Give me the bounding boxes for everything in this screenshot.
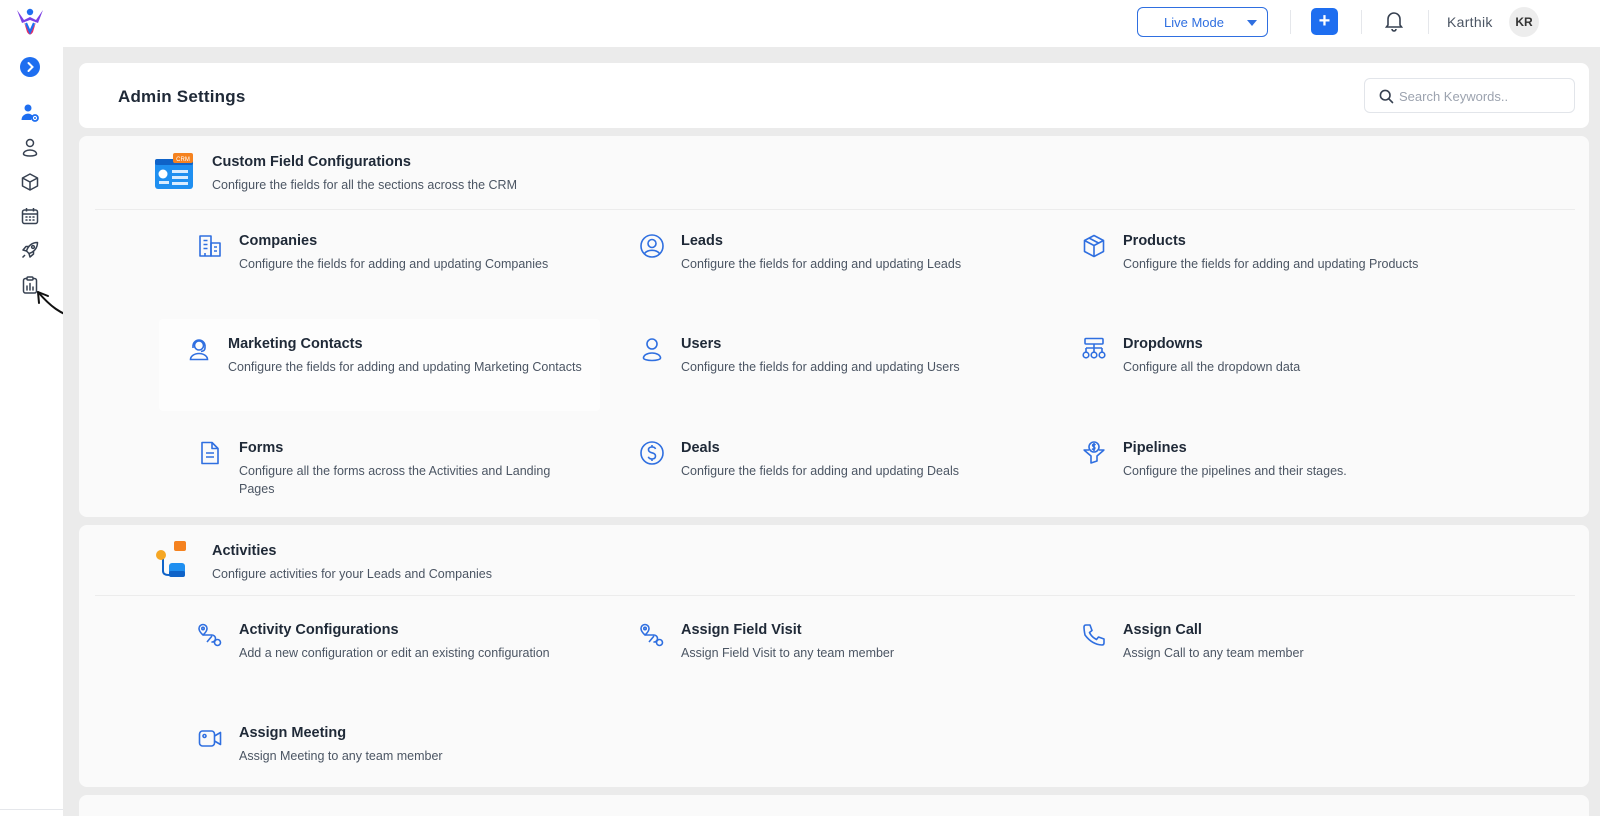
- caret-down-icon: [1247, 20, 1257, 26]
- main-content: Admin Settings CRM Custom Field Configur…: [63, 47, 1600, 816]
- divider: [1290, 10, 1291, 34]
- activity-item-activity-configurations[interactable]: Activity Configurations Add a new config…: [197, 622, 607, 682]
- activities-section-icon: [156, 541, 186, 577]
- live-mode-dropdown[interactable]: Live Mode: [1137, 7, 1268, 37]
- search-box[interactable]: [1364, 78, 1575, 113]
- user-name[interactable]: Karthik: [1447, 14, 1493, 30]
- config-item-leads[interactable]: Leads Configure the fields for adding an…: [639, 233, 1049, 293]
- divider: [1361, 10, 1362, 34]
- dollar-circle-icon: [640, 441, 664, 465]
- user-circle-icon: [640, 234, 664, 258]
- item-title: Deals: [681, 440, 720, 456]
- chevron-right-icon: [27, 62, 34, 72]
- hierarchy-icon: [1082, 337, 1106, 359]
- box-icon: [1083, 234, 1105, 258]
- user-gear-icon[interactable]: [20, 103, 40, 123]
- route-icon: [640, 623, 664, 647]
- item-title: Marketing Contacts: [228, 336, 363, 352]
- app-logo-icon[interactable]: [14, 6, 46, 38]
- activity-item-assign-field-visit[interactable]: Assign Field Visit Assign Field Visit to…: [639, 622, 1049, 682]
- item-title: Companies: [239, 233, 318, 249]
- item-title: Pipelines: [1123, 440, 1187, 456]
- item-description: Configure the fields for adding and upda…: [681, 464, 959, 478]
- section-description: Configure the fields for all the section…: [212, 178, 517, 192]
- avatar[interactable]: KR: [1509, 7, 1539, 37]
- item-title: Assign Field Visit: [681, 622, 802, 638]
- search-icon: [1379, 89, 1394, 104]
- config-item-pipelines[interactable]: Pipelines Configure the pipelines and th…: [1081, 440, 1491, 500]
- item-description: Assign Meeting to any team member: [239, 749, 443, 763]
- item-title: Forms: [239, 440, 284, 456]
- item-description: Configure the fields for adding and upda…: [228, 360, 582, 374]
- item-title: Users: [681, 336, 722, 352]
- sidebar-expand-button[interactable]: [20, 57, 40, 77]
- top-bar: Live Mode + Karthik KR: [0, 0, 1600, 47]
- config-item-marketing-contacts[interactable]: Marketing Contacts Configure the fields …: [186, 336, 596, 396]
- box-icon[interactable]: [20, 172, 40, 192]
- item-title: Products: [1123, 233, 1186, 249]
- divider: [95, 209, 1575, 210]
- live-mode-label: Live Mode: [1164, 14, 1224, 30]
- item-description: Configure all the dropdown data: [1123, 360, 1301, 374]
- page-title: Admin Settings: [118, 87, 246, 106]
- item-description: Configure the fields for adding and upda…: [681, 257, 962, 271]
- user-icon[interactable]: [20, 137, 40, 157]
- item-description: Assign Call to any team member: [1123, 646, 1304, 660]
- item-title: Assign Meeting: [239, 725, 347, 741]
- item-title: Activity Configurations: [239, 622, 399, 638]
- rocket-icon[interactable]: [20, 240, 40, 260]
- divider: [95, 595, 1575, 596]
- next-section-partial: [79, 795, 1589, 816]
- config-item-dropdowns[interactable]: Dropdowns Configure all the dropdown dat…: [1081, 336, 1491, 396]
- section-title: Custom Field Configurations: [212, 154, 411, 170]
- custom-fields-section: CRM Custom Field Configurations Configur…: [79, 136, 1589, 517]
- item-title: Dropdowns: [1123, 336, 1203, 352]
- item-description: Configure the fields for adding and upda…: [1123, 257, 1419, 271]
- item-description: Add a new configuration or edit an exist…: [239, 646, 550, 660]
- config-item-products[interactable]: Products Configure the fields for adding…: [1081, 233, 1491, 293]
- item-title: Leads: [681, 233, 723, 249]
- item-title: Assign Call: [1123, 622, 1202, 638]
- user-icon: [642, 338, 662, 362]
- item-description: Configure the pipelines and their stages…: [1123, 464, 1347, 478]
- section-description: Configure activities for your Leads and …: [212, 567, 493, 581]
- divider: [0, 809, 63, 810]
- divider: [1428, 10, 1429, 34]
- bell-icon[interactable]: [1382, 9, 1406, 33]
- phone-icon: [1083, 624, 1105, 646]
- item-description: Configure all the forms across the Activ…: [239, 464, 551, 496]
- sidebar: [0, 47, 119, 816]
- add-button[interactable]: +: [1311, 8, 1338, 35]
- video-icon: [198, 730, 222, 747]
- calendar-icon[interactable]: [20, 206, 40, 226]
- activity-item-assign-call[interactable]: Assign Call Assign Call to any team memb…: [1081, 622, 1491, 682]
- item-description: Configure the fields for adding and upda…: [681, 360, 960, 374]
- search-input[interactable]: [1399, 87, 1569, 105]
- crm-badge: CRM: [176, 157, 190, 163]
- activity-item-assign-meeting[interactable]: Assign Meeting Assign Meeting to any tea…: [197, 725, 607, 785]
- crm-config-icon: CRM: [155, 153, 193, 189]
- headset-icon: [189, 339, 209, 361]
- activities-section: Activities Configure activities for your…: [79, 525, 1589, 787]
- item-description: Configure the fields for adding and upda…: [239, 257, 549, 271]
- page-header: Admin Settings: [79, 63, 1589, 128]
- config-item-deals[interactable]: Deals Configure the fields for adding an…: [639, 440, 1049, 500]
- route-icon: [198, 623, 222, 647]
- config-item-forms[interactable]: Forms Configure all the forms across the…: [197, 440, 607, 500]
- building-icon: [199, 235, 221, 257]
- funnel-icon: [1083, 441, 1105, 464]
- item-description: Assign Field Visit to any team member: [681, 646, 895, 660]
- config-item-companies[interactable]: Companies Configure the fields for addin…: [197, 233, 607, 293]
- document-icon: [201, 441, 219, 465]
- section-title: Activities: [212, 543, 277, 559]
- config-item-users[interactable]: Users Configure the fields for adding an…: [639, 336, 1049, 396]
